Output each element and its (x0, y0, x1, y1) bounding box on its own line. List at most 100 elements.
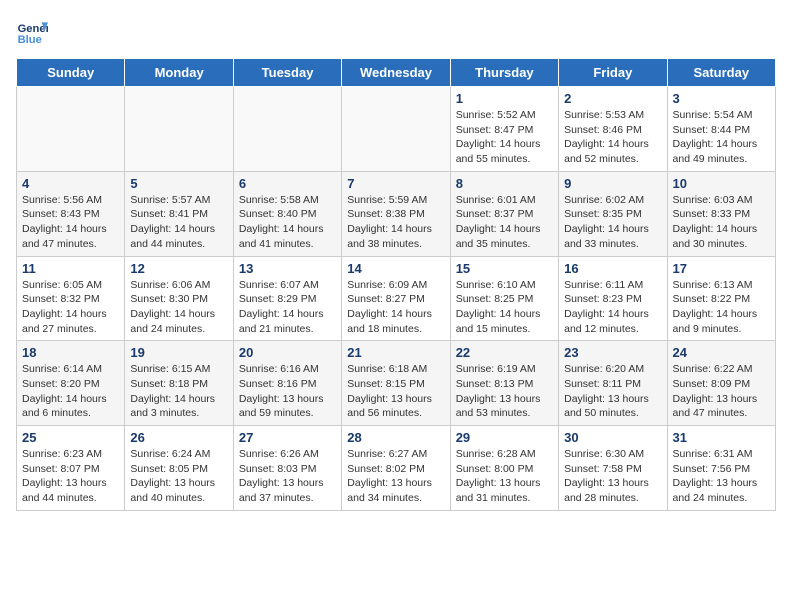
day-details: Sunrise: 6:11 AM Sunset: 8:23 PM Dayligh… (564, 278, 661, 337)
day-number: 10 (673, 176, 770, 191)
day-number: 24 (673, 345, 770, 360)
calendar-day: 2 Sunrise: 5:53 AM Sunset: 8:46 PM Daylig… (559, 87, 667, 172)
day-details: Sunrise: 5:54 AM Sunset: 8:44 PM Dayligh… (673, 108, 770, 167)
day-number: 27 (239, 430, 336, 445)
day-number: 28 (347, 430, 444, 445)
logo: General Blue (16, 16, 48, 48)
calendar-week: 1 Sunrise: 5:52 AM Sunset: 8:47 PM Daylig… (17, 87, 776, 172)
logo-icon: General Blue (16, 16, 48, 48)
calendar-week: 25 Sunrise: 6:23 AM Sunset: 8:07 PM Dayli… (17, 426, 776, 511)
day-details: Sunrise: 6:22 AM Sunset: 8:09 PM Dayligh… (673, 362, 770, 421)
day-number: 18 (22, 345, 119, 360)
day-details: Sunrise: 5:53 AM Sunset: 8:46 PM Dayligh… (564, 108, 661, 167)
calendar-day: 23 Sunrise: 6:20 AM Sunset: 8:11 PM Dayli… (559, 341, 667, 426)
calendar-day: 26 Sunrise: 6:24 AM Sunset: 8:05 PM Dayli… (125, 426, 233, 511)
calendar-day (342, 87, 450, 172)
day-number: 26 (130, 430, 227, 445)
day-number: 15 (456, 261, 553, 276)
weekday-header: Saturday (667, 59, 775, 87)
day-details: Sunrise: 6:13 AM Sunset: 8:22 PM Dayligh… (673, 278, 770, 337)
day-number: 2 (564, 91, 661, 106)
day-number: 5 (130, 176, 227, 191)
calendar-table: SundayMondayTuesdayWednesdayThursdayFrid… (16, 58, 776, 511)
weekday-header: Friday (559, 59, 667, 87)
day-number: 9 (564, 176, 661, 191)
day-details: Sunrise: 6:23 AM Sunset: 8:07 PM Dayligh… (22, 447, 119, 506)
calendar-day: 13 Sunrise: 6:07 AM Sunset: 8:29 PM Dayli… (233, 256, 341, 341)
svg-text:Blue: Blue (18, 34, 42, 46)
calendar-day: 18 Sunrise: 6:14 AM Sunset: 8:20 PM Dayli… (17, 341, 125, 426)
calendar-day: 30Sunrise: 6:30 AM Sunset: 7:58 PM Dayli… (559, 426, 667, 511)
day-number: 8 (456, 176, 553, 191)
calendar-day (17, 87, 125, 172)
day-details: Sunrise: 6:02 AM Sunset: 8:35 PM Dayligh… (564, 193, 661, 252)
day-number: 31 (673, 430, 770, 445)
day-number: 12 (130, 261, 227, 276)
weekday-header: Monday (125, 59, 233, 87)
day-number: 23 (564, 345, 661, 360)
day-details: Sunrise: 5:56 AM Sunset: 8:43 PM Dayligh… (22, 193, 119, 252)
day-details: Sunrise: 6:31 AM Sunset: 7:56 PM Dayligh… (673, 447, 770, 506)
calendar-day: 7 Sunrise: 5:59 AM Sunset: 8:38 PM Daylig… (342, 171, 450, 256)
calendar-day: 24 Sunrise: 6:22 AM Sunset: 8:09 PM Dayli… (667, 341, 775, 426)
calendar-day: 1 Sunrise: 5:52 AM Sunset: 8:47 PM Daylig… (450, 87, 558, 172)
day-number: 6 (239, 176, 336, 191)
day-details: Sunrise: 6:14 AM Sunset: 8:20 PM Dayligh… (22, 362, 119, 421)
day-details: Sunrise: 6:26 AM Sunset: 8:03 PM Dayligh… (239, 447, 336, 506)
calendar-header: SundayMondayTuesdayWednesdayThursdayFrid… (17, 59, 776, 87)
calendar-day: 27 Sunrise: 6:26 AM Sunset: 8:03 PM Dayli… (233, 426, 341, 511)
calendar-day: 21 Sunrise: 6:18 AM Sunset: 8:15 PM Dayli… (342, 341, 450, 426)
day-number: 25 (22, 430, 119, 445)
calendar-day: 25 Sunrise: 6:23 AM Sunset: 8:07 PM Dayli… (17, 426, 125, 511)
day-number: 21 (347, 345, 444, 360)
calendar-day (125, 87, 233, 172)
day-details: Sunrise: 6:18 AM Sunset: 8:15 PM Dayligh… (347, 362, 444, 421)
day-number: 11 (22, 261, 119, 276)
calendar-week: 4 Sunrise: 5:56 AM Sunset: 8:43 PM Daylig… (17, 171, 776, 256)
day-details: Sunrise: 6:09 AM Sunset: 8:27 PM Dayligh… (347, 278, 444, 337)
day-details: Sunrise: 6:24 AM Sunset: 8:05 PM Dayligh… (130, 447, 227, 506)
day-number: 22 (456, 345, 553, 360)
day-number: 13 (239, 261, 336, 276)
calendar-day: 19 Sunrise: 6:15 AM Sunset: 8:18 PM Dayli… (125, 341, 233, 426)
calendar-day: 22 Sunrise: 6:19 AM Sunset: 8:13 PM Dayli… (450, 341, 558, 426)
day-number: 17 (673, 261, 770, 276)
calendar-day: 15 Sunrise: 6:10 AM Sunset: 8:25 PM Dayli… (450, 256, 558, 341)
calendar-day: 31 Sunrise: 6:31 AM Sunset: 7:56 PM Dayli… (667, 426, 775, 511)
day-details: Sunrise: 6:20 AM Sunset: 8:11 PM Dayligh… (564, 362, 661, 421)
calendar-day: 3 Sunrise: 5:54 AM Sunset: 8:44 PM Daylig… (667, 87, 775, 172)
day-details: Sunrise: 5:59 AM Sunset: 8:38 PM Dayligh… (347, 193, 444, 252)
calendar-body: 1 Sunrise: 5:52 AM Sunset: 8:47 PM Daylig… (17, 87, 776, 511)
day-details: Sunrise: 6:07 AM Sunset: 8:29 PM Dayligh… (239, 278, 336, 337)
weekday-header: Tuesday (233, 59, 341, 87)
calendar-day (233, 87, 341, 172)
calendar-week: 18 Sunrise: 6:14 AM Sunset: 8:20 PM Dayli… (17, 341, 776, 426)
header: General Blue (16, 16, 776, 48)
day-number: 20 (239, 345, 336, 360)
day-details: Sunrise: 6:05 AM Sunset: 8:32 PM Dayligh… (22, 278, 119, 337)
calendar-day: 17 Sunrise: 6:13 AM Sunset: 8:22 PM Dayli… (667, 256, 775, 341)
weekday-header: Thursday (450, 59, 558, 87)
day-number: 7 (347, 176, 444, 191)
calendar-day: 14Sunrise: 6:09 AM Sunset: 8:27 PM Dayli… (342, 256, 450, 341)
day-number: 1 (456, 91, 553, 106)
calendar-day: 12Sunrise: 6:06 AM Sunset: 8:30 PM Dayli… (125, 256, 233, 341)
day-number: 19 (130, 345, 227, 360)
day-details: Sunrise: 6:10 AM Sunset: 8:25 PM Dayligh… (456, 278, 553, 337)
day-number: 29 (456, 430, 553, 445)
calendar-day: 9 Sunrise: 6:02 AM Sunset: 8:35 PM Daylig… (559, 171, 667, 256)
day-details: Sunrise: 6:19 AM Sunset: 8:13 PM Dayligh… (456, 362, 553, 421)
day-details: Sunrise: 6:28 AM Sunset: 8:00 PM Dayligh… (456, 447, 553, 506)
calendar-day: 8Sunrise: 6:01 AM Sunset: 8:37 PM Daylig… (450, 171, 558, 256)
day-details: Sunrise: 5:52 AM Sunset: 8:47 PM Dayligh… (456, 108, 553, 167)
day-details: Sunrise: 6:16 AM Sunset: 8:16 PM Dayligh… (239, 362, 336, 421)
weekday-header: Sunday (17, 59, 125, 87)
day-details: Sunrise: 5:57 AM Sunset: 8:41 PM Dayligh… (130, 193, 227, 252)
day-number: 4 (22, 176, 119, 191)
day-details: Sunrise: 5:58 AM Sunset: 8:40 PM Dayligh… (239, 193, 336, 252)
day-number: 3 (673, 91, 770, 106)
day-details: Sunrise: 6:03 AM Sunset: 8:33 PM Dayligh… (673, 193, 770, 252)
day-details: Sunrise: 6:27 AM Sunset: 8:02 PM Dayligh… (347, 447, 444, 506)
day-details: Sunrise: 6:15 AM Sunset: 8:18 PM Dayligh… (130, 362, 227, 421)
calendar-day: 10 Sunrise: 6:03 AM Sunset: 8:33 PM Dayli… (667, 171, 775, 256)
